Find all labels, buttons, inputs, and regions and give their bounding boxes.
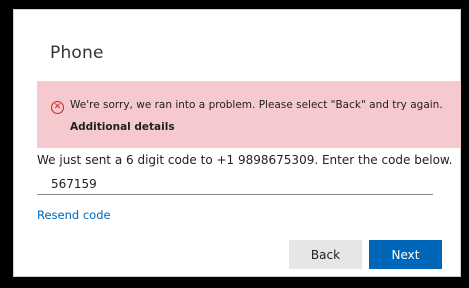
next-button[interactable]: Next bbox=[369, 240, 442, 269]
error-message: We're sorry, we ran into a problem. Plea… bbox=[70, 99, 443, 111]
dialog-panel: Phone ✕ We're sorry, we ran into a probl… bbox=[13, 9, 461, 277]
additional-details-link[interactable]: Additional details bbox=[70, 121, 175, 133]
error-circle-x-icon: ✕ bbox=[51, 101, 64, 114]
resend-code-link[interactable]: Resend code bbox=[37, 208, 111, 222]
back-button[interactable]: Back bbox=[289, 240, 362, 269]
error-banner: ✕ We're sorry, we ran into a problem. Pl… bbox=[37, 81, 461, 148]
code-sent-message: We just sent a 6 digit code to +1 989867… bbox=[37, 153, 453, 167]
page-title: Phone bbox=[50, 43, 104, 63]
code-input[interactable] bbox=[37, 173, 433, 195]
